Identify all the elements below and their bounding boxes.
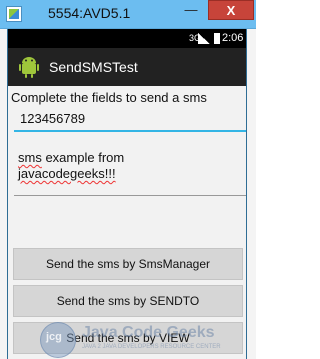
close-button[interactable]: X bbox=[208, 0, 254, 20]
send-sendto-button[interactable]: Send the sms by SENDTO bbox=[13, 285, 243, 317]
message-word-jcg: javacodegeeks!!! bbox=[18, 166, 116, 181]
action-bar: SendSMSTest bbox=[8, 48, 246, 86]
window-title: 5554:AVD5.1 bbox=[48, 5, 131, 21]
message-line-1: sms example from bbox=[18, 150, 124, 165]
status-time: 2:06 bbox=[222, 32, 244, 44]
android-robot-icon bbox=[19, 57, 39, 78]
phone-number-value: 123456789 bbox=[20, 111, 86, 126]
signal-icon bbox=[198, 33, 210, 44]
message-word-sms: sms bbox=[18, 150, 42, 165]
message-line-2: javacodegeeks!!! bbox=[18, 166, 116, 181]
emulator-app-icon bbox=[6, 6, 22, 22]
message-rest-line-1: example from bbox=[41, 150, 125, 165]
battery-icon bbox=[214, 33, 220, 44]
message-field[interactable]: sms example from javacodegeeks!!! bbox=[14, 146, 246, 196]
app-title: SendSMSTest bbox=[49, 59, 138, 75]
status-bar: 3G 2:06 bbox=[8, 29, 246, 48]
main-content: Complete the fields to send a sms 123456… bbox=[8, 86, 246, 359]
minimize-button[interactable]: — bbox=[178, 0, 204, 20]
phone-number-field[interactable]: 123456789 bbox=[14, 108, 246, 132]
send-smsmanager-button[interactable]: Send the sms by SmsManager bbox=[13, 248, 243, 280]
instruction-label: Complete the fields to send a sms bbox=[11, 90, 207, 105]
send-view-button[interactable]: Send the sms by VIEW bbox=[13, 322, 243, 354]
emulator-window: 5554:AVD5.1 — X 3G 2:06 SendSMSTest Comp… bbox=[0, 0, 256, 359]
android-screen: 3G 2:06 SendSMSTest Complete the fields … bbox=[7, 29, 247, 359]
window-titlebar: 5554:AVD5.1 — X bbox=[0, 0, 256, 29]
